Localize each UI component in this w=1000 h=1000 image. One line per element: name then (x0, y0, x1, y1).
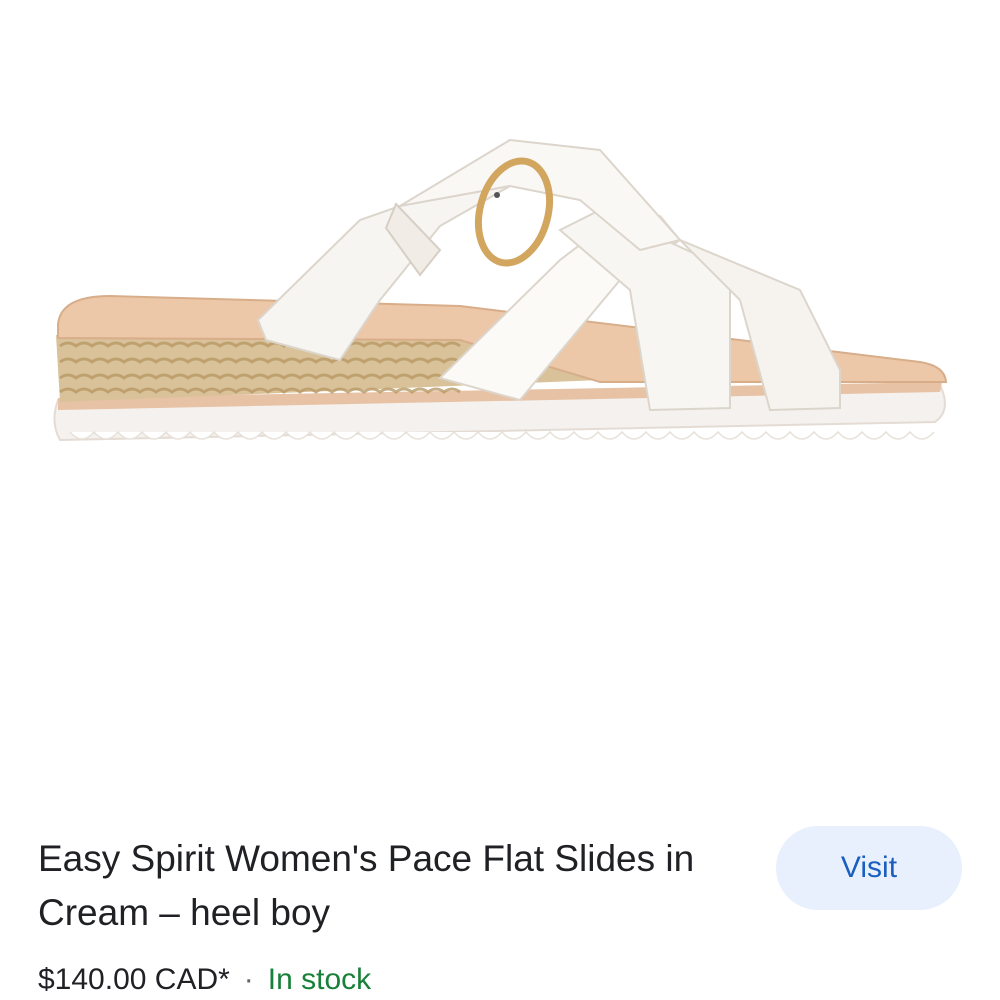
sandal-illustration (53, 138, 948, 442)
visit-button[interactable]: Visit (776, 826, 962, 910)
price: $140.00 CAD* (38, 963, 230, 996)
product-info: Easy Spirit Women's Pace Flat Slides in … (38, 832, 758, 940)
strap-hole (494, 192, 500, 198)
product-title[interactable]: Easy Spirit Women's Pace Flat Slides in … (38, 832, 758, 940)
product-image[interactable] (0, 0, 1000, 780)
separator-dot: · (243, 963, 254, 996)
stock-status: In stock (267, 963, 372, 996)
product-meta: $140.00 CAD* · In stock (38, 960, 371, 1000)
